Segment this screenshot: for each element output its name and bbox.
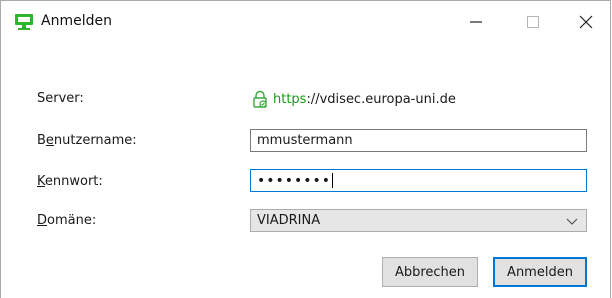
minimize-button[interactable] — [456, 7, 496, 37]
maximize-button[interactable] — [513, 7, 553, 37]
server-address: https://vdisec.europa-uni.de — [251, 90, 456, 108]
close-button[interactable] — [566, 7, 606, 37]
window-title: Anmelden — [41, 13, 112, 29]
close-icon — [579, 15, 593, 29]
domain-selected-value: VIADRINA — [257, 213, 321, 228]
username-label-suffix: nutzername: — [53, 133, 137, 148]
domain-label-suffix: omäne: — [47, 213, 97, 228]
server-scheme: https — [273, 91, 307, 107]
domain-select[interactable]: VIADRINA — [250, 209, 587, 232]
password-label-suffix: ennwort: — [44, 174, 103, 189]
username-input[interactable] — [250, 129, 587, 152]
login-button[interactable]: Anmelden — [493, 257, 587, 287]
password-label: Kennwort: — [37, 174, 103, 189]
remote-desktop-icon — [14, 13, 34, 31]
username-label: Benutzername: — [37, 133, 137, 148]
username-label-prefix: B — [37, 133, 46, 148]
server-label: Server: — [37, 91, 84, 106]
server-host: ://vdisec.europa-uni.de — [306, 91, 456, 107]
minimize-icon — [470, 21, 482, 23]
password-input[interactable]: •••••••• — [250, 169, 587, 192]
lock-icon — [251, 90, 269, 108]
chevron-down-icon — [566, 215, 578, 227]
cancel-button[interactable]: Abbrechen — [382, 257, 478, 287]
text-caret — [332, 173, 334, 188]
title-bar[interactable]: Anmelden — [1, 1, 610, 43]
password-label-accel: K — [37, 174, 45, 189]
login-dialog: Anmelden Server: https://vdisec.europa-… — [0, 0, 611, 298]
username-label-accel: e — [45, 133, 54, 148]
maximize-icon — [527, 16, 539, 28]
domain-label-accel: D — [37, 213, 48, 228]
domain-label: Domäne: — [37, 213, 96, 228]
password-mask: •••••••• — [257, 172, 332, 189]
